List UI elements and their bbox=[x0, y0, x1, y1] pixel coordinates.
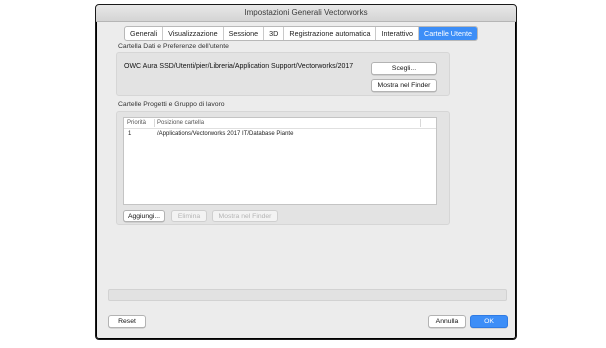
remove-folder-button[interactable]: Elimina bbox=[171, 210, 207, 222]
tab-3d[interactable]: 3D bbox=[264, 27, 285, 40]
add-folder-button[interactable]: Aggiungi... bbox=[123, 210, 165, 222]
user-folder-path: OWC Aura SSD/Utenti/pier/Libreria/Applic… bbox=[124, 63, 354, 70]
tab-sessione[interactable]: Sessione bbox=[224, 27, 265, 40]
table-row[interactable]: 1 /Applications/Vectorworks 2017 IT/Data… bbox=[124, 130, 436, 139]
user-folder-panel: OWC Aura SSD/Utenti/pier/Libreria/Applic… bbox=[116, 52, 450, 96]
tab-visualizzazione[interactable]: Visualizzazione bbox=[163, 27, 224, 40]
window-title: Impostazioni Generali Vectorworks bbox=[96, 5, 516, 22]
cancel-button[interactable]: Annulla bbox=[428, 315, 466, 328]
ok-button[interactable]: OK bbox=[470, 315, 508, 328]
user-folder-show-in-finder-button[interactable]: Mostra nel Finder bbox=[371, 79, 437, 92]
tab-cartelle-utente[interactable]: Cartelle Utente bbox=[419, 27, 477, 40]
status-bar bbox=[108, 289, 507, 301]
tab-generali[interactable]: Generali bbox=[125, 27, 164, 40]
project-folders-list[interactable]: Priorità Posizione cartella 1 /Applicati… bbox=[123, 117, 437, 205]
tab-registrazione-automatica[interactable]: Registrazione automatica bbox=[284, 27, 377, 40]
column-divider bbox=[420, 119, 421, 127]
column-header-location[interactable]: Posizione cartella bbox=[157, 118, 204, 128]
column-header-priority[interactable]: Priorità bbox=[127, 118, 146, 128]
project-folders-panel: Priorità Posizione cartella 1 /Applicati… bbox=[116, 111, 450, 225]
tab-interattivo[interactable]: Interattivo bbox=[376, 27, 420, 40]
project-show-in-finder-button[interactable]: Mostra nel Finder bbox=[212, 210, 278, 222]
project-folders-section-label: Cartelle Progetti e Gruppo di lavoro bbox=[118, 101, 225, 108]
choose-folder-button[interactable]: Scegli... bbox=[371, 62, 437, 75]
column-divider bbox=[154, 119, 155, 127]
user-folder-section-label: Cartella Dati e Preferenze dell'utente bbox=[118, 43, 229, 50]
row-priority: 1 bbox=[128, 131, 132, 137]
reset-button[interactable]: Reset bbox=[108, 315, 146, 328]
list-header: Priorità Posizione cartella bbox=[124, 118, 436, 129]
tab-bar: Generali Visualizzazione Sessione 3D Reg… bbox=[124, 26, 478, 41]
preferences-window: Impostazioni Generali Vectorworks Genera… bbox=[95, 4, 517, 340]
row-location: /Applications/Vectorworks 2017 IT/Databa… bbox=[157, 131, 294, 137]
